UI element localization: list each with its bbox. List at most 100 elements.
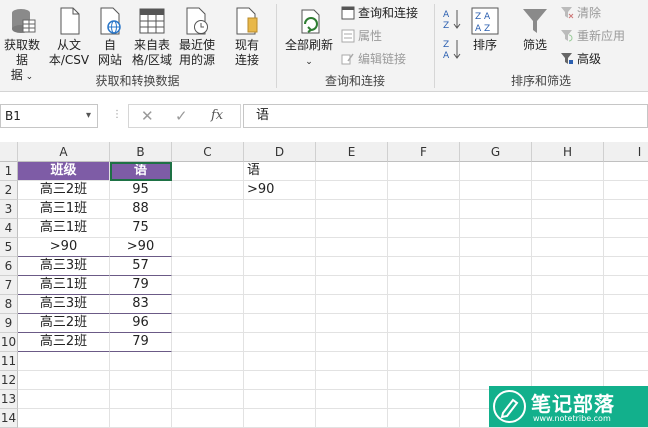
cell-a11[interactable] [18,352,110,371]
row-header-4[interactable]: 4 [0,219,18,238]
cell-c8[interactable] [172,295,244,314]
from-web-button[interactable]: 自 网站 [94,6,126,68]
enter-icon[interactable]: ✓ [175,107,188,125]
cell-b14[interactable] [110,409,172,428]
cell-f7[interactable] [388,276,460,295]
cell-h10[interactable] [532,333,604,352]
cell-f6[interactable] [388,257,460,276]
cell-i2[interactable] [604,181,648,200]
cell-i10[interactable] [604,333,648,352]
reapply-button[interactable]: 重新应用 [560,28,625,44]
column-header-b[interactable]: B [110,142,172,162]
row-header-5[interactable]: 5 [0,238,18,257]
cell-b6[interactable]: 57 [110,257,172,276]
cell-i7[interactable] [604,276,648,295]
cell-d5[interactable] [244,238,316,257]
filter-button[interactable]: 筛选 [516,6,554,53]
cell-c11[interactable] [172,352,244,371]
cell-g6[interactable] [460,257,532,276]
cancel-icon[interactable]: ✕ [141,107,154,125]
cell-g4[interactable] [460,219,532,238]
sort-za-icon[interactable]: Z A [443,38,463,60]
row-header-1[interactable]: 1 [0,162,18,181]
column-header-a[interactable]: A [18,142,110,162]
cell-c9[interactable] [172,314,244,333]
cell-f8[interactable] [388,295,460,314]
cell-i8[interactable] [604,295,648,314]
properties-button[interactable]: 属性 [341,28,382,44]
cell-g10[interactable] [460,333,532,352]
cell-a4[interactable]: 高三1班 [18,219,110,238]
cell-g11[interactable] [460,352,532,371]
clear-filter-button[interactable]: 清除 [560,5,601,21]
cell-d12[interactable] [244,371,316,390]
cell-e7[interactable] [316,276,388,295]
cell-c14[interactable] [172,409,244,428]
cell-d7[interactable] [244,276,316,295]
cell-f9[interactable] [388,314,460,333]
cell-a6[interactable]: 高三3班 [18,257,110,276]
cell-g8[interactable] [460,295,532,314]
row-header-3[interactable]: 3 [0,200,18,219]
cell-d14[interactable] [244,409,316,428]
select-all-corner[interactable] [0,142,18,162]
name-box-dropdown-icon[interactable]: ▾ [86,105,91,127]
from-text-csv-button[interactable]: 从文 本/CSV [47,6,91,68]
cell-c4[interactable] [172,219,244,238]
cell-f1[interactable] [388,162,460,181]
cell-h11[interactable] [532,352,604,371]
cell-e12[interactable] [316,371,388,390]
column-header-e[interactable]: E [316,142,388,162]
cell-b11[interactable] [110,352,172,371]
cell-e13[interactable] [316,390,388,409]
cell-h2[interactable] [532,181,604,200]
row-header-12[interactable]: 12 [0,371,18,390]
cell-c3[interactable] [172,200,244,219]
cell-a5[interactable]: >90 [18,238,110,257]
cell-h9[interactable] [532,314,604,333]
cell-b3[interactable]: 88 [110,200,172,219]
cell-b13[interactable] [110,390,172,409]
row-header-6[interactable]: 6 [0,257,18,276]
cell-a7[interactable]: 高三1班 [18,276,110,295]
cell-f5[interactable] [388,238,460,257]
cell-c12[interactable] [172,371,244,390]
cell-b8[interactable]: 83 [110,295,172,314]
cell-f3[interactable] [388,200,460,219]
cell-e2[interactable] [316,181,388,200]
cell-f10[interactable] [388,333,460,352]
cell-f2[interactable] [388,181,460,200]
cell-h4[interactable] [532,219,604,238]
cell-i1[interactable] [604,162,648,181]
row-header-11[interactable]: 11 [0,352,18,371]
cell-b10[interactable]: 79 [110,333,172,352]
cell-b4[interactable]: 75 [110,219,172,238]
insert-function-icon[interactable]: fx [211,108,223,123]
cell-d6[interactable] [244,257,316,276]
formula-input[interactable]: 语 [243,104,648,128]
cell-d8[interactable] [244,295,316,314]
cell-e3[interactable] [316,200,388,219]
column-header-f[interactable]: F [388,142,460,162]
cell-d3[interactable] [244,200,316,219]
cell-b9[interactable]: 96 [110,314,172,333]
cell-e6[interactable] [316,257,388,276]
edit-links-button[interactable]: 编辑链接 [341,51,406,67]
cell-a13[interactable] [18,390,110,409]
name-box[interactable]: B1 ▾ [0,104,98,128]
refresh-all-button[interactable]: 全部刷新 ⌄ [283,6,335,70]
cell-a12[interactable] [18,371,110,390]
cell-b5[interactable]: >90 [110,238,172,257]
cell-e1[interactable] [316,162,388,181]
cell-f11[interactable] [388,352,460,371]
cell-i6[interactable] [604,257,648,276]
cell-c7[interactable] [172,276,244,295]
column-header-g[interactable]: G [460,142,532,162]
cell-e8[interactable] [316,295,388,314]
cell-i5[interactable] [604,238,648,257]
cell-b12[interactable] [110,371,172,390]
cell-f4[interactable] [388,219,460,238]
row-header-7[interactable]: 7 [0,276,18,295]
cell-e11[interactable] [316,352,388,371]
advanced-filter-button[interactable]: 高级 [560,51,601,67]
